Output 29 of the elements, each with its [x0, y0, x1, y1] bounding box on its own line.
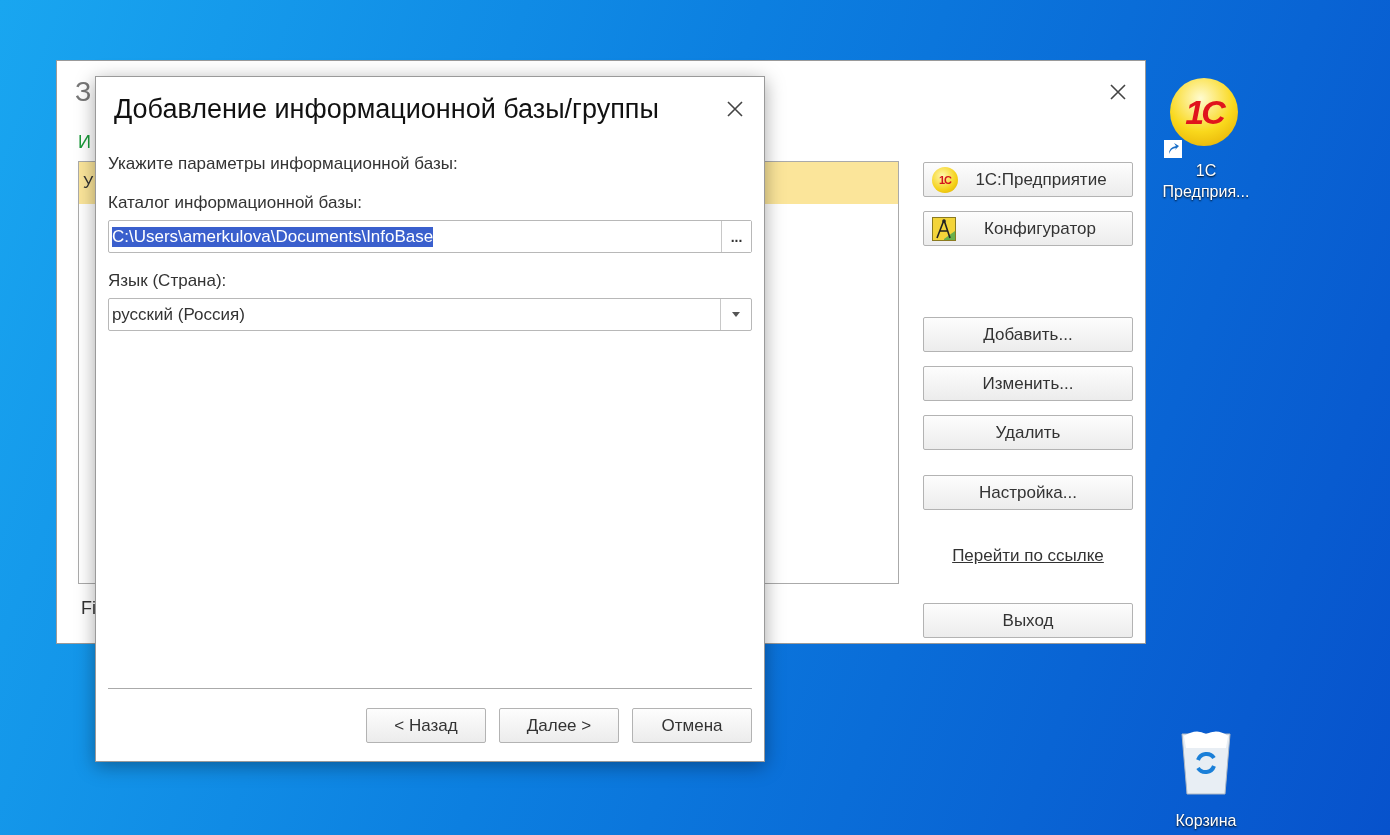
launch-button[interactable]: Конфигуратор	[923, 211, 1133, 246]
field-label: Каталог информационной базы:	[108, 192, 363, 214]
dialog-button[interactable]: Отмена	[632, 708, 752, 743]
exit-button[interactable]: Выход	[923, 603, 1133, 638]
logo-icon: 1С	[1170, 78, 1238, 146]
logo-icon: 1С	[932, 166, 958, 193]
close-icon[interactable]	[726, 100, 744, 118]
browse-button[interactable]: ...	[721, 221, 751, 252]
dropdown-arrow-icon[interactable]	[732, 312, 740, 317]
section-label: И	[78, 131, 91, 153]
link[interactable]: Перейти по ссылке	[952, 546, 1104, 566]
desktop-icon-label[interactable]: 1С Предприя...	[1154, 160, 1258, 202]
action-button[interactable]: Удалить	[923, 415, 1133, 450]
launch-button[interactable]: 1С 1С:Предприятие	[923, 162, 1133, 197]
close-icon[interactable]	[1109, 83, 1127, 101]
catalog-field[interactable]: C:\Users\amerkulova\Documents\InfoBase ...	[108, 220, 752, 253]
action-button[interactable]: Изменить...	[923, 366, 1133, 401]
dialog-title: Добавление информационной базы/группы	[114, 93, 659, 125]
desktop-icon-label[interactable]: Корзина	[1175, 810, 1237, 831]
footer-text: Fi	[81, 598, 96, 618]
prompt-text: Укажите параметры информационной базы:	[108, 153, 459, 175]
dialog-button[interactable]: < Назад	[366, 708, 486, 743]
action-button[interactable]: Настройка...	[923, 475, 1133, 510]
action-button[interactable]: Добавить...	[923, 317, 1133, 352]
field-label: Язык (Страна):	[108, 270, 228, 292]
compass-icon	[932, 216, 956, 241]
language-dropdown[interactable]: русский (Россия)	[108, 298, 752, 331]
dialog-button[interactable]: Далее >	[499, 708, 619, 743]
window-title: З	[75, 76, 92, 108]
